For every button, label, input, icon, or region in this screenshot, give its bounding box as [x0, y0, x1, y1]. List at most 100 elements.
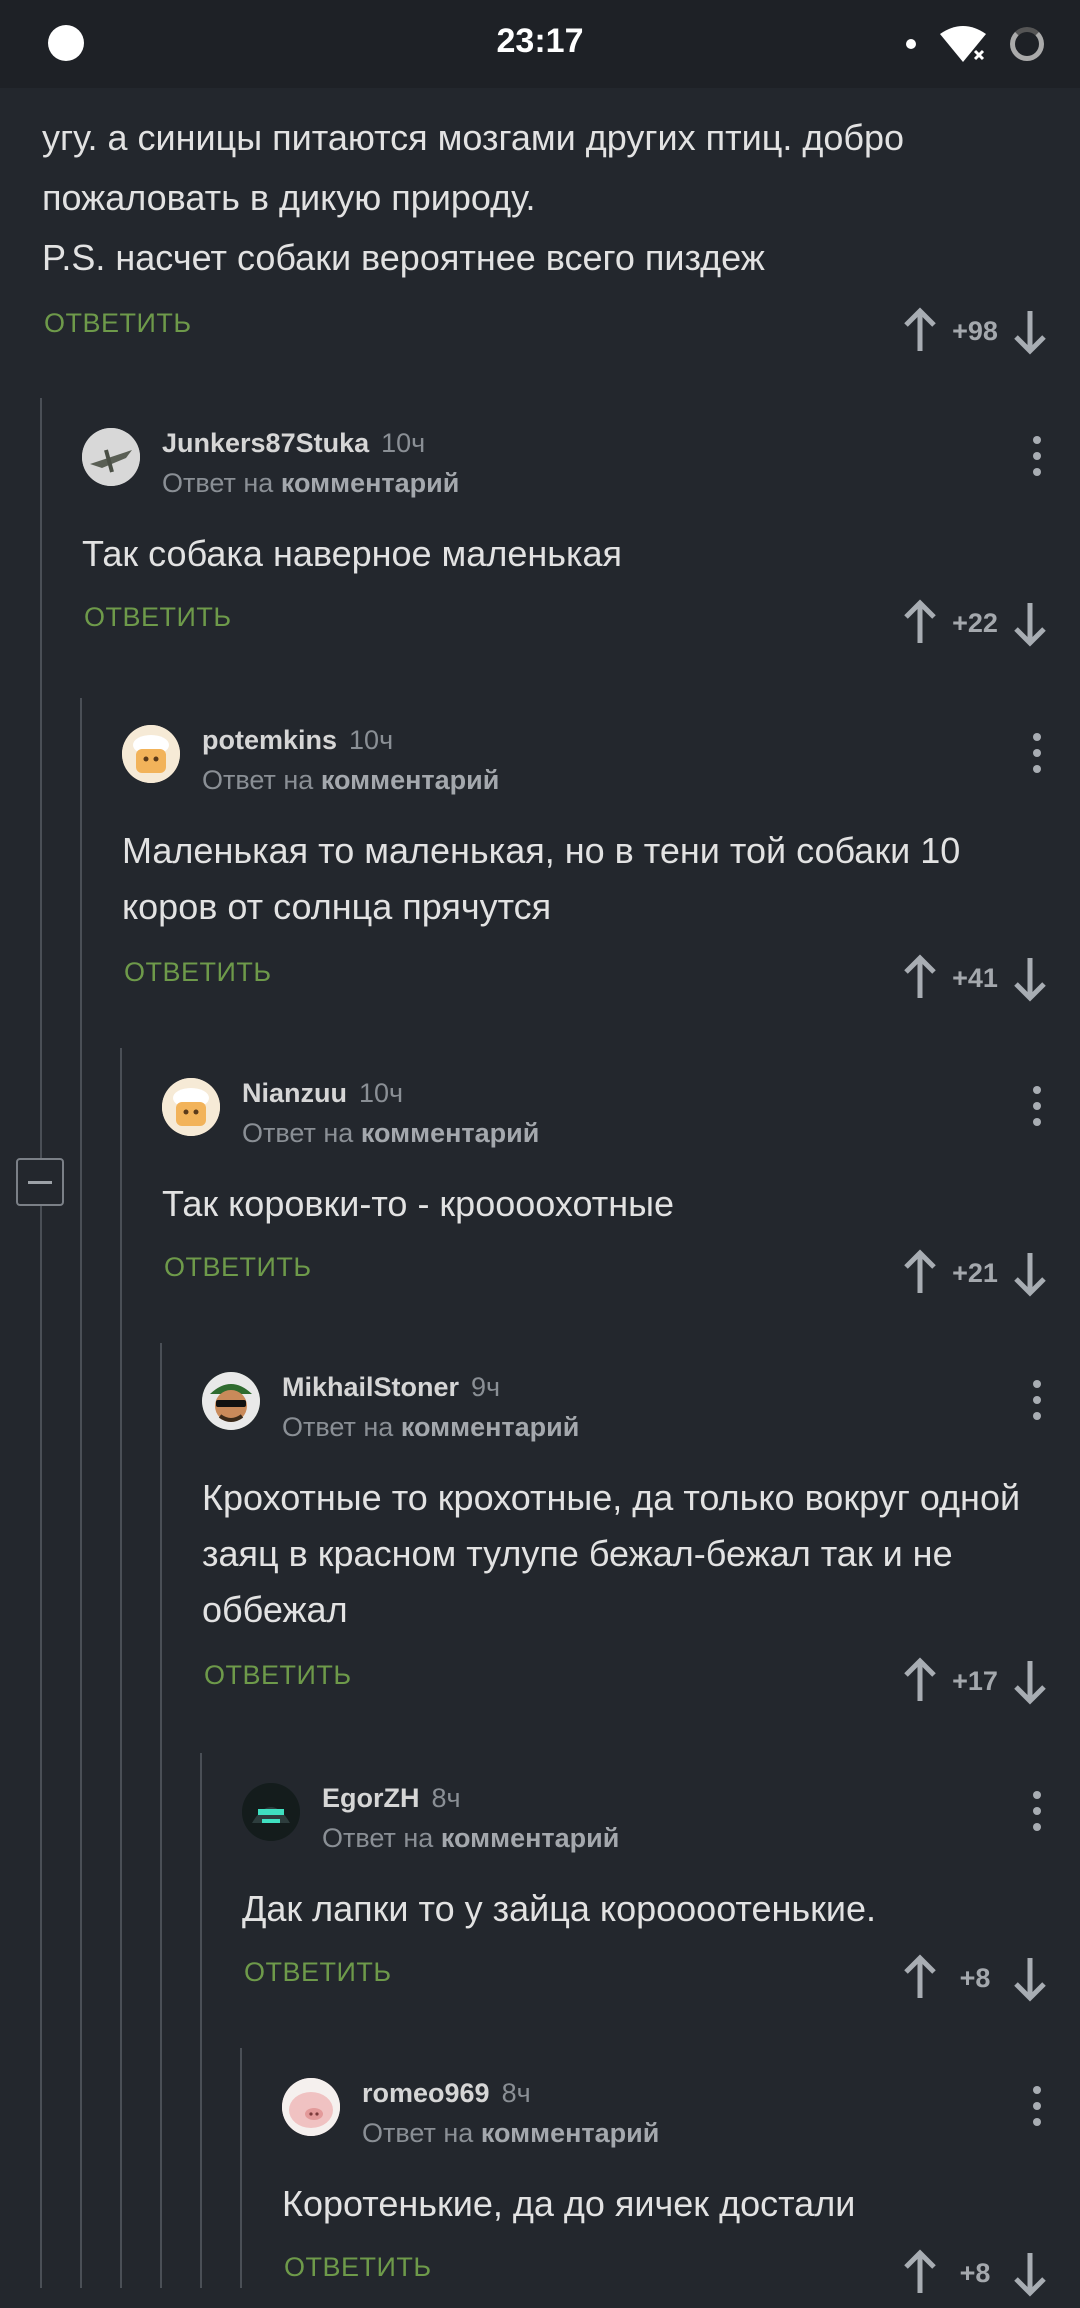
comment-actions: ОТВЕТИТЬ +17 — [202, 1646, 1080, 1716]
reply-button[interactable]: ОТВЕТИТЬ — [124, 957, 272, 988]
comment-header: MikhailStoner 9ч Ответ на комментарий — [202, 1372, 1080, 1452]
vote-controls: +8 — [900, 1943, 1050, 2013]
reply-to-link[interactable]: комментарий — [361, 1118, 540, 1148]
reply-button[interactable]: ОТВЕТИТЬ — [204, 1660, 352, 1691]
helmet-avatar-icon — [242, 1783, 300, 1841]
reply-to-link[interactable]: комментарий — [321, 765, 500, 795]
avatar[interactable] — [282, 2078, 340, 2136]
reply-to: Ответ на комментарий — [282, 1412, 580, 1442]
comment-actions: ОТВЕТИТЬ +98 — [42, 296, 1080, 366]
downvote-arrow-icon[interactable] — [1010, 307, 1050, 355]
downvote-arrow-icon[interactable] — [1010, 954, 1050, 1002]
comments-feed[interactable]: угу. а синицы питаются мозгами других пт… — [0, 88, 1080, 2297]
comment-header: Nianzuu 10ч Ответ на комментарий — [162, 1078, 1080, 1158]
status-bar: 23:17 — [0, 0, 1080, 88]
vote-controls: +21 — [900, 1238, 1050, 1308]
downvote-arrow-icon[interactable] — [1010, 599, 1050, 647]
upvote-arrow-icon[interactable] — [900, 954, 940, 1002]
comment-time: 8ч — [501, 2078, 531, 2108]
username[interactable]: Nianzuu 10ч — [242, 1078, 403, 1109]
reply-to: Ответ на комментарий — [242, 1118, 540, 1148]
comment: Junkers87Stuka 10ч Ответ на комментарий Т… — [82, 428, 1080, 658]
comment-text: Крохотные то крохотные, да только вокруг… — [202, 1477, 1021, 1630]
comment-top: угу. а синицы питаются мозгами других пт… — [42, 108, 1080, 366]
comment-text: Коротенькие, да до яичек достали — [282, 2183, 856, 2224]
status-icons — [906, 22, 1044, 66]
vote-controls: +41 — [900, 943, 1050, 1013]
collapse-thread-button[interactable] — [16, 1158, 64, 1206]
comment-actions: ОТВЕТИТЬ +21 — [162, 1238, 1080, 1308]
comment-time: 10ч — [381, 428, 426, 458]
comment-time: 10ч — [349, 725, 394, 755]
more-options-icon[interactable] — [1030, 436, 1044, 476]
upvote-arrow-icon[interactable] — [900, 1249, 940, 1297]
comment: romeo969 8ч Ответ на комментарий Коротень… — [282, 2078, 1080, 2308]
comment-text: Маленькая то маленькая, но в тени той со… — [122, 830, 961, 927]
reply-to: Ответ на комментарий — [202, 765, 500, 795]
avatar[interactable] — [202, 1372, 260, 1430]
reply-to: Ответ на комментарий — [162, 468, 460, 498]
comment: Nianzuu 10ч Ответ на комментарий Так коро… — [162, 1078, 1080, 1308]
wifi-icon — [940, 26, 987, 63]
comment-actions: ОТВЕТИТЬ +8 — [242, 1943, 1080, 2013]
sync-icon — [1010, 27, 1044, 61]
comment-time: 8ч — [431, 1783, 461, 1813]
comment-header: potemkins 10ч Ответ на комментарий — [122, 725, 1080, 805]
reply-button[interactable]: ОТВЕТИТЬ — [164, 1252, 312, 1283]
avatar[interactable] — [82, 428, 140, 486]
vote-controls: +22 — [900, 588, 1050, 658]
username[interactable]: EgorZH 8ч — [322, 1783, 461, 1814]
upvote-arrow-icon[interactable] — [900, 307, 940, 355]
reply-to: Ответ на комментарий — [322, 1823, 620, 1853]
reply-button[interactable]: ОТВЕТИТЬ — [44, 308, 192, 339]
more-options-icon[interactable] — [1030, 1791, 1044, 1831]
comment-text: Дак лапки то у зайца короооотенькие. — [242, 1888, 877, 1929]
vote-controls: +98 — [900, 296, 1050, 366]
downvote-arrow-icon[interactable] — [1010, 1954, 1050, 2002]
upvote-arrow-icon[interactable] — [900, 2249, 940, 2297]
comment: MikhailStoner 9ч Ответ на комментарий Кро… — [202, 1372, 1080, 1716]
reply-button[interactable]: ОТВЕТИТЬ — [84, 602, 232, 633]
downvote-arrow-icon[interactable] — [1010, 1249, 1050, 1297]
score: +17 — [952, 1665, 998, 1696]
sunglasses-avatar-icon — [202, 1372, 260, 1430]
reply-button[interactable]: ОТВЕТИТЬ — [284, 2252, 432, 2283]
reply-to-link[interactable]: комментарий — [281, 468, 460, 498]
more-options-icon[interactable] — [1030, 1086, 1044, 1126]
downvote-arrow-icon[interactable] — [1010, 1657, 1050, 1705]
vote-controls: +8 — [900, 2238, 1050, 2308]
reply-to: Ответ на комментарий — [362, 2118, 660, 2148]
username[interactable]: potemkins 10ч — [202, 725, 393, 756]
comment-text: угу. а синицы питаются мозгами других пт… — [42, 117, 905, 278]
score: +41 — [952, 962, 998, 993]
comment-header: romeo969 8ч Ответ на комментарий — [282, 2078, 1080, 2158]
reply-to-link[interactable]: комментарий — [441, 1823, 620, 1853]
more-options-icon[interactable] — [1030, 1380, 1044, 1420]
upvote-arrow-icon[interactable] — [900, 599, 940, 647]
comment: potemkins 10ч Ответ на комментарий Малень… — [122, 725, 1080, 1013]
username[interactable]: MikhailStoner 9ч — [282, 1372, 500, 1403]
comment-header: EgorZH 8ч Ответ на комментарий — [242, 1783, 1080, 1863]
more-options-icon[interactable] — [1030, 733, 1044, 773]
score: +8 — [959, 1962, 991, 1993]
comment-text: Так собака наверное маленькая — [82, 533, 623, 574]
reply-button[interactable]: ОТВЕТИТЬ — [244, 1957, 392, 1988]
chef-avatar-icon — [122, 725, 180, 783]
username[interactable]: romeo969 8ч — [362, 2078, 531, 2109]
small-dot-icon — [906, 39, 916, 49]
upvote-arrow-icon[interactable] — [900, 1657, 940, 1705]
avatar[interactable] — [122, 725, 180, 783]
reply-to-link[interactable]: комментарий — [401, 1412, 580, 1442]
vote-controls: +17 — [900, 1646, 1050, 1716]
avatar[interactable] — [162, 1078, 220, 1136]
username[interactable]: Junkers87Stuka 10ч — [162, 428, 425, 459]
upvote-arrow-icon[interactable] — [900, 1954, 940, 2002]
downvote-arrow-icon[interactable] — [1010, 2249, 1050, 2297]
reply-to-link[interactable]: комментарий — [481, 2118, 660, 2148]
avatar[interactable] — [242, 1783, 300, 1841]
comment-time: 10ч — [359, 1078, 404, 1108]
comment-actions: ОТВЕТИТЬ +41 — [122, 943, 1080, 1013]
chef-avatar-icon — [162, 1078, 220, 1136]
more-options-icon[interactable] — [1030, 2086, 1044, 2126]
comment-text: Так коровки-то - кроооохотные — [162, 1183, 674, 1224]
